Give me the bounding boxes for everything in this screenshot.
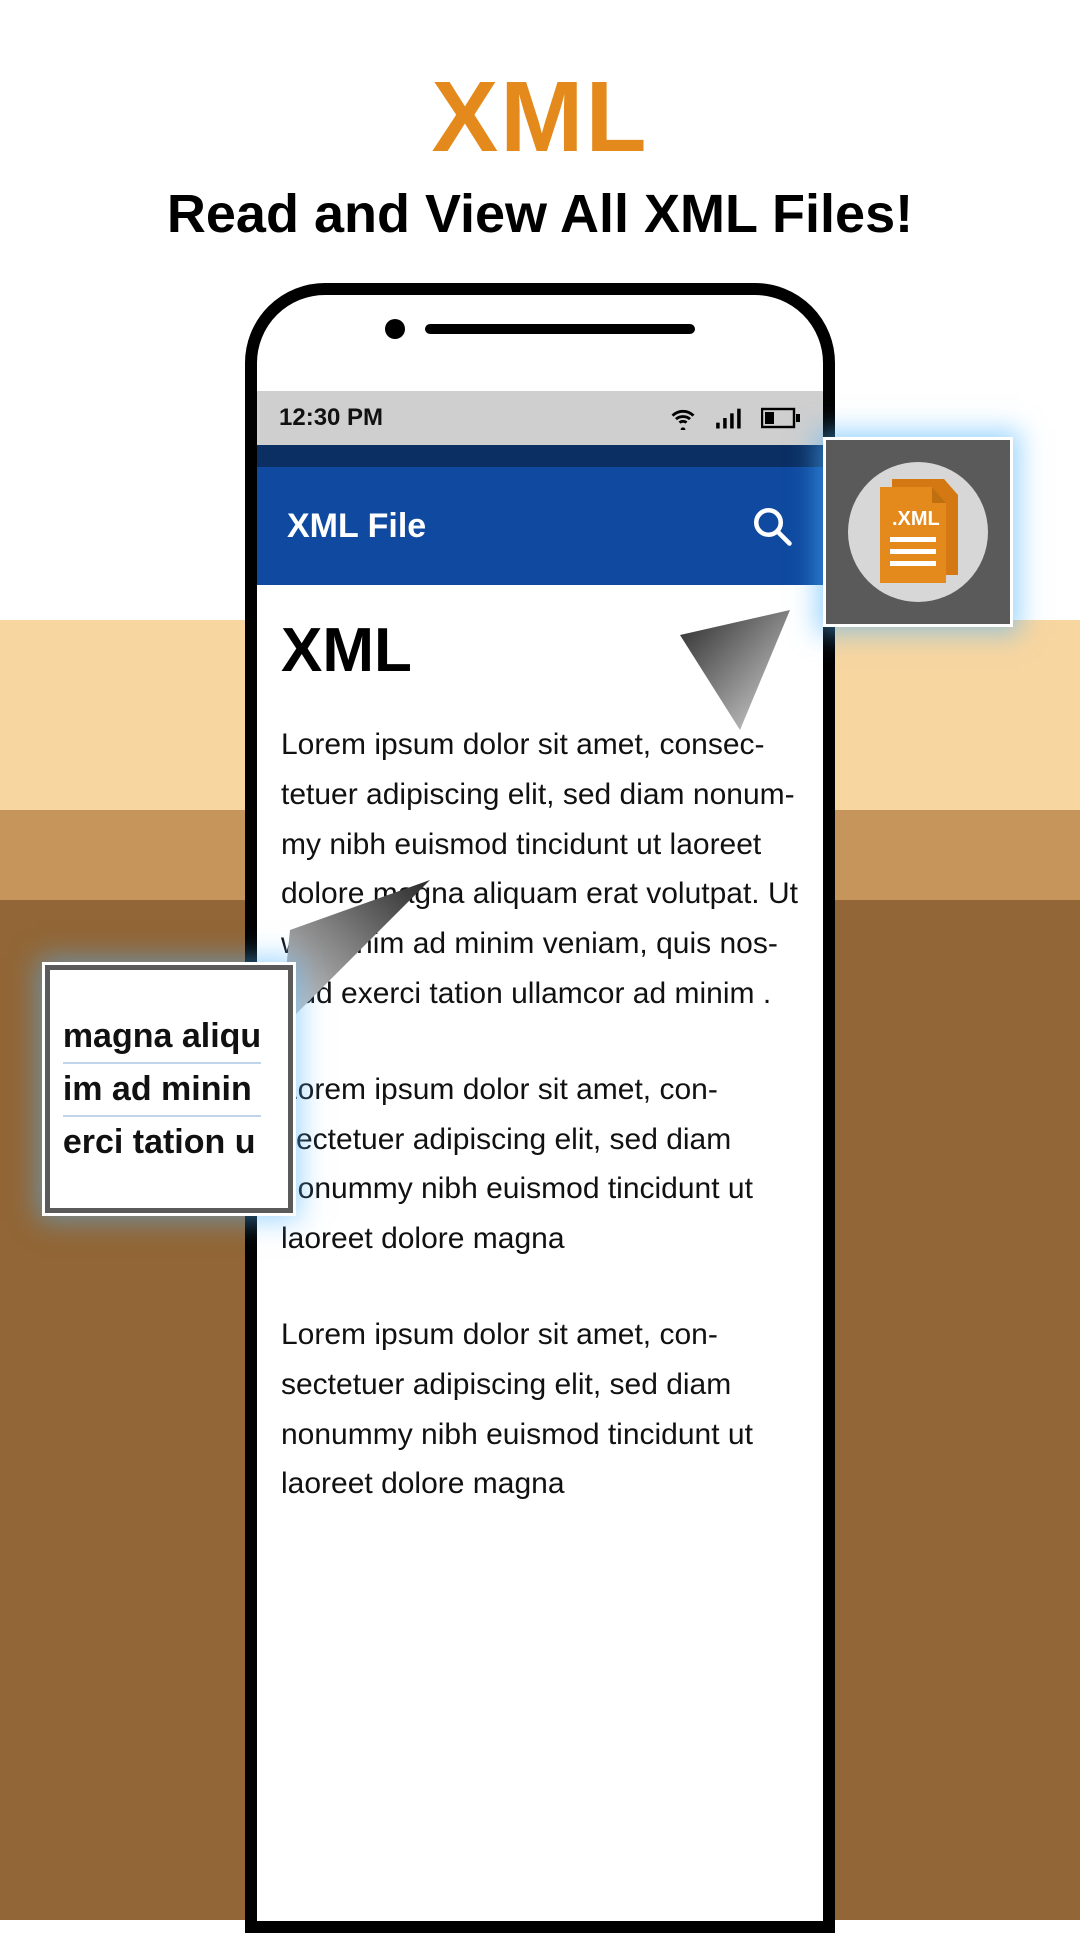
xml-badge-callout: .XML xyxy=(826,440,1010,624)
document-paragraph: Lorem ipsum dolor sit amet, con-sectetue… xyxy=(281,1310,799,1509)
document-paragraph: Lorem ipsum dolor sit amet, con-sectetue… xyxy=(281,1065,799,1264)
phone-frame: 12:30 PM XML xyxy=(245,283,835,1933)
hero-title: XML xyxy=(0,60,1080,175)
camera-dot-icon xyxy=(385,319,405,339)
signal-icon xyxy=(715,406,743,430)
wifi-icon xyxy=(669,406,697,430)
search-icon[interactable] xyxy=(751,505,793,547)
status-bar: 12:30 PM xyxy=(257,391,823,445)
hero: XML Read and View All XML Files! xyxy=(0,60,1080,245)
app-bar: XML File xyxy=(257,467,823,585)
zoom-line: im ad minin xyxy=(63,1064,261,1117)
status-icons xyxy=(669,406,801,430)
xml-badge-text: .XML xyxy=(892,508,940,530)
xml-badge-circle: .XML xyxy=(848,462,988,602)
zoom-line: magna aliqu xyxy=(63,1011,261,1064)
status-time: 12:30 PM xyxy=(279,404,383,432)
document-content[interactable]: XML Lorem ipsum dolor sit amet, consec-t… xyxy=(257,585,823,1921)
battery-icon xyxy=(761,407,801,429)
zoom-preview-callout: magna aliqu im ad minin erci tation u xyxy=(50,970,288,1208)
appbar-darkstrip xyxy=(257,445,823,467)
hero-subtitle: Read and View All XML Files! xyxy=(0,183,1080,245)
appbar-title: XML File xyxy=(287,507,426,546)
callout-arrow-icon xyxy=(620,580,840,780)
speaker-icon xyxy=(425,324,695,334)
phone-notch xyxy=(385,319,695,339)
xml-file-icon: .XML xyxy=(870,477,966,587)
zoom-line: erci tation u xyxy=(63,1117,261,1168)
